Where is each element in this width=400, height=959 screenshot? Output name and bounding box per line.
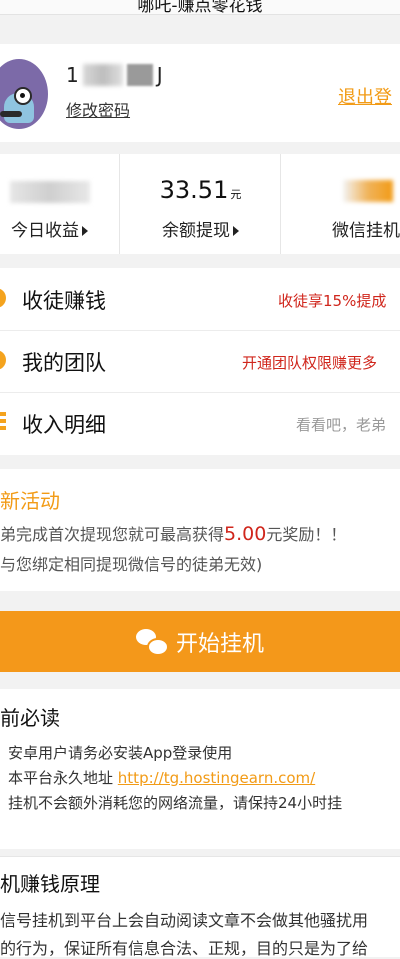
avatar[interactable] bbox=[0, 59, 48, 129]
logout-link[interactable]: 退出登 bbox=[338, 83, 392, 109]
permanent-address-link[interactable]: http://tg.hostingearn.com/ bbox=[118, 769, 315, 787]
phone-number: 1 J bbox=[66, 63, 163, 87]
notice-title: 前必读 bbox=[0, 706, 60, 730]
masked-value bbox=[343, 180, 393, 202]
avatar-eye bbox=[14, 87, 32, 105]
activity-title: 新活动 bbox=[0, 489, 60, 513]
phone-masked-block bbox=[126, 64, 153, 86]
menu-item-hint: 开通团队权限赚更多 bbox=[242, 354, 378, 372]
recruit-icon bbox=[0, 288, 6, 308]
menu-item-recruit[interactable]: 收徒赚钱 收徒享15%提成 bbox=[0, 268, 400, 331]
stat-label: 余额提现 bbox=[120, 216, 281, 241]
start-hosting-button[interactable]: 开始挂机 bbox=[0, 611, 400, 672]
phone-masked-digits bbox=[82, 64, 123, 86]
top-bar: 哪吒-赚点零花钱 bbox=[0, 0, 400, 15]
activity-note: 与您绑定相同提现微信号的徒弟无效) bbox=[0, 555, 263, 574]
stat-today-earnings[interactable]: 今日收益 bbox=[0, 154, 119, 254]
stats-row: 今日收益 33.51 元 余额提现 微信挂机 bbox=[0, 154, 400, 254]
stat-label: 微信挂机 bbox=[332, 221, 400, 241]
notice-item: 本平台永久地址 http://tg.hostingearn.com/ bbox=[8, 769, 316, 787]
principle-title: 机赚钱原理 bbox=[0, 872, 100, 896]
notice-item: 挂机不会额外消耗您的网络流量，请保持24小时挂 bbox=[8, 794, 343, 812]
menu-item-income-detail[interactable]: 收入明细 看看吧，老弟 bbox=[0, 392, 400, 454]
stat-label: 今日收益 bbox=[0, 216, 109, 241]
wechat-icon bbox=[135, 628, 169, 656]
stat-wechat-hosting[interactable]: 微信挂机 bbox=[280, 154, 400, 254]
phone-visible-digit: 1 bbox=[66, 63, 79, 87]
arrow-right-icon bbox=[82, 226, 88, 236]
start-hosting-label: 开始挂机 bbox=[175, 631, 264, 657]
avatar-mouth bbox=[0, 111, 22, 117]
principle-section: 机赚钱原理 信号挂机到平台上会自动阅读文章不会做其他骚扰用 的行为，保证所有信息… bbox=[0, 856, 400, 958]
menu-item-team[interactable]: 我的团队 开通团队权限赚更多 bbox=[0, 330, 400, 393]
notice-item: 安卓用户请务必安装App登录使用 bbox=[8, 744, 233, 762]
change-password-link[interactable]: 修改密码 bbox=[66, 97, 130, 121]
activity-reward-text: 弟完成首次提现您就可最高获得5.00元奖励！！ bbox=[0, 523, 347, 545]
principle-text: 的行为，保证所有信息合法、正规，目的只是为了给 bbox=[0, 939, 369, 958]
team-icon bbox=[0, 350, 6, 370]
menu-list: 收徒赚钱 收徒享15%提成 我的团队 开通团队权限赚更多 收入明细 看看吧，老弟 bbox=[0, 268, 400, 455]
phone-suffix: J bbox=[156, 63, 163, 87]
menu-item-label: 收徒赚钱 bbox=[22, 289, 106, 313]
notice-list: 安卓用户请务必安装App登录使用 本平台永久地址 http://tg.hosti… bbox=[8, 741, 342, 816]
page-title: 哪吒-赚点零花钱 bbox=[137, 0, 263, 15]
notice-section: 前必读 安卓用户请务必安装App登录使用 本平台永久地址 http://tg.h… bbox=[0, 689, 400, 849]
menu-item-label: 收入明细 bbox=[22, 413, 106, 437]
principle-text: 信号挂机到平台上会自动阅读文章不会做其他骚扰用 bbox=[0, 911, 369, 930]
menu-item-label: 我的团队 bbox=[22, 351, 106, 375]
masked-value bbox=[10, 181, 90, 203]
activity-section: 新活动 弟完成首次提现您就可最高获得5.00元奖励！！ 与您绑定相同提现微信号的… bbox=[0, 469, 400, 591]
profile-card: 1 J 修改密码 退出登 bbox=[0, 44, 400, 142]
menu-item-hint: 看看吧，老弟 bbox=[296, 416, 387, 434]
menu-item-hint: 收徒享15%提成 bbox=[278, 292, 387, 310]
stat-balance-withdraw[interactable]: 33.51 元 余额提现 bbox=[119, 154, 281, 254]
list-icon bbox=[0, 412, 6, 432]
reward-amount: 5.00 bbox=[224, 523, 267, 545]
arrow-right-icon bbox=[233, 226, 239, 236]
stat-value: 33.51 元 bbox=[159, 176, 242, 204]
